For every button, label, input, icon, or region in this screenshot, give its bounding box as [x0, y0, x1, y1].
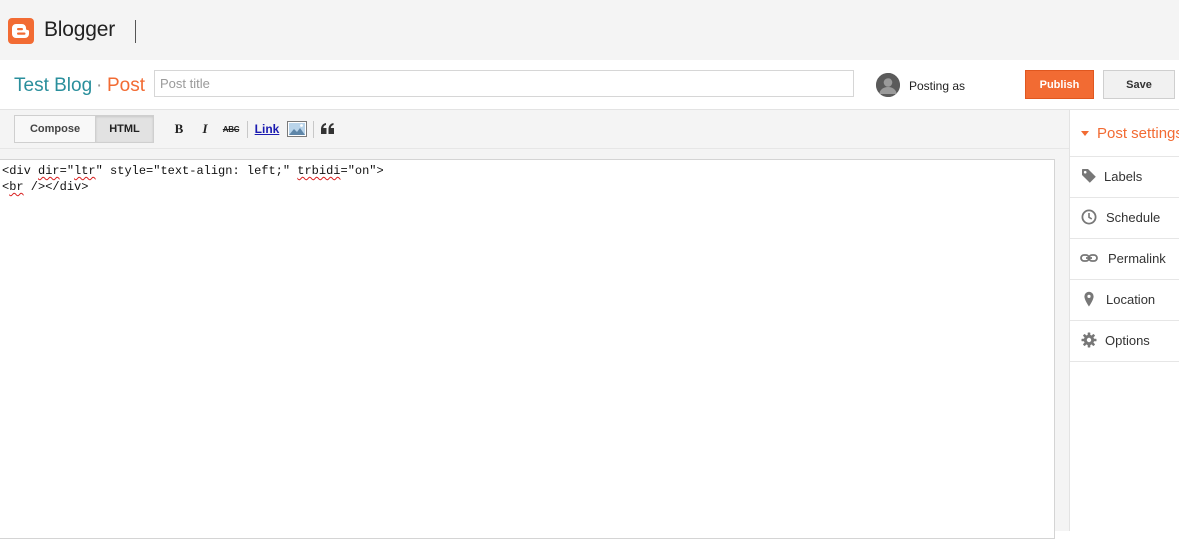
editor-toolbar: Compose HTML B I ABC Link: [0, 110, 1069, 149]
blogger-logo-icon[interactable]: [8, 18, 34, 44]
compose-mode-button[interactable]: Compose: [14, 115, 96, 143]
toolbar-separator: [313, 121, 314, 138]
code-text: ="on">: [340, 164, 384, 178]
link-icon: [1080, 254, 1098, 262]
spellcheck-word: trbidi: [297, 164, 341, 178]
sidebar-item-location[interactable]: Location: [1070, 280, 1179, 321]
caret-down-icon: [1081, 131, 1089, 136]
code-text: " style="text-align: left;": [95, 164, 298, 178]
spellcheck-word: br: [9, 180, 24, 194]
save-button[interactable]: Save: [1103, 70, 1175, 99]
posting-as-label: Posting as: [909, 79, 966, 93]
sidebar-item-permalink[interactable]: Permalink: [1070, 239, 1179, 280]
breadcrumb-post: Post: [107, 75, 146, 96]
post-title-input[interactable]: [154, 70, 854, 97]
blog-name-link[interactable]: Test Blog: [14, 75, 92, 97]
publish-button[interactable]: Publish: [1025, 70, 1094, 99]
sidebar-item-label: Permalink: [1108, 251, 1166, 266]
divider: [135, 20, 136, 43]
code-text: <div: [2, 164, 39, 178]
strikethrough-icon[interactable]: ABC: [221, 120, 241, 138]
map-pin-icon: [1084, 291, 1094, 307]
toolbar-separator: [247, 121, 248, 138]
sidebar-item-label: Location: [1106, 292, 1156, 307]
link-label: Link: [254, 122, 280, 136]
sidebar-item-schedule[interactable]: Schedule: [1070, 198, 1179, 239]
sidebar-item-label: Labels: [1104, 169, 1143, 184]
code-line: <div dir="ltr" style="text-align: left;"…: [2, 163, 1052, 179]
sidebar-item-options[interactable]: Options: [1070, 321, 1179, 362]
bold-icon[interactable]: B: [172, 120, 186, 138]
post-header: Test Blog · Post Posting as Publish Save: [0, 60, 1179, 110]
bold-label: B: [174, 121, 184, 136]
post-settings-sidebar: Post settings Labels Schedule Permalink …: [1069, 110, 1179, 531]
post-settings-header[interactable]: Post settings: [1070, 110, 1179, 157]
editor-area: <div dir="ltr" style="text-align: left;"…: [0, 149, 1069, 539]
image-icon[interactable]: [286, 120, 307, 138]
html-editor-textarea[interactable]: <div dir="ltr" style="text-align: left;"…: [0, 159, 1055, 539]
top-bar: Blogger: [0, 0, 1179, 60]
gear-icon: [1081, 332, 1097, 348]
sidebar-item-labels[interactable]: Labels: [1070, 157, 1179, 198]
post-settings-label: Post settings: [1097, 125, 1179, 142]
avatar[interactable]: [876, 73, 900, 97]
sidebar-item-label: Schedule: [1106, 210, 1161, 225]
html-mode-button[interactable]: HTML: [95, 115, 154, 143]
strikethrough-label: ABC: [222, 124, 240, 134]
tag-icon: [1082, 169, 1096, 183]
spellcheck-word: ltr: [74, 164, 96, 178]
app-name[interactable]: Blogger: [44, 18, 115, 42]
breadcrumb-separator: ·: [96, 75, 103, 96]
italic-icon[interactable]: I: [198, 120, 212, 138]
italic-label: I: [202, 121, 208, 136]
code-text: /></div>: [23, 180, 89, 194]
code-text: =": [59, 164, 75, 178]
clock-icon: [1081, 209, 1097, 225]
quote-icon[interactable]: [320, 120, 336, 138]
link-button[interactable]: Link: [254, 120, 280, 138]
sidebar-item-label: Options: [1105, 333, 1150, 348]
spellcheck-word: dir: [38, 164, 60, 178]
code-line: <br /></div>: [2, 179, 1052, 195]
